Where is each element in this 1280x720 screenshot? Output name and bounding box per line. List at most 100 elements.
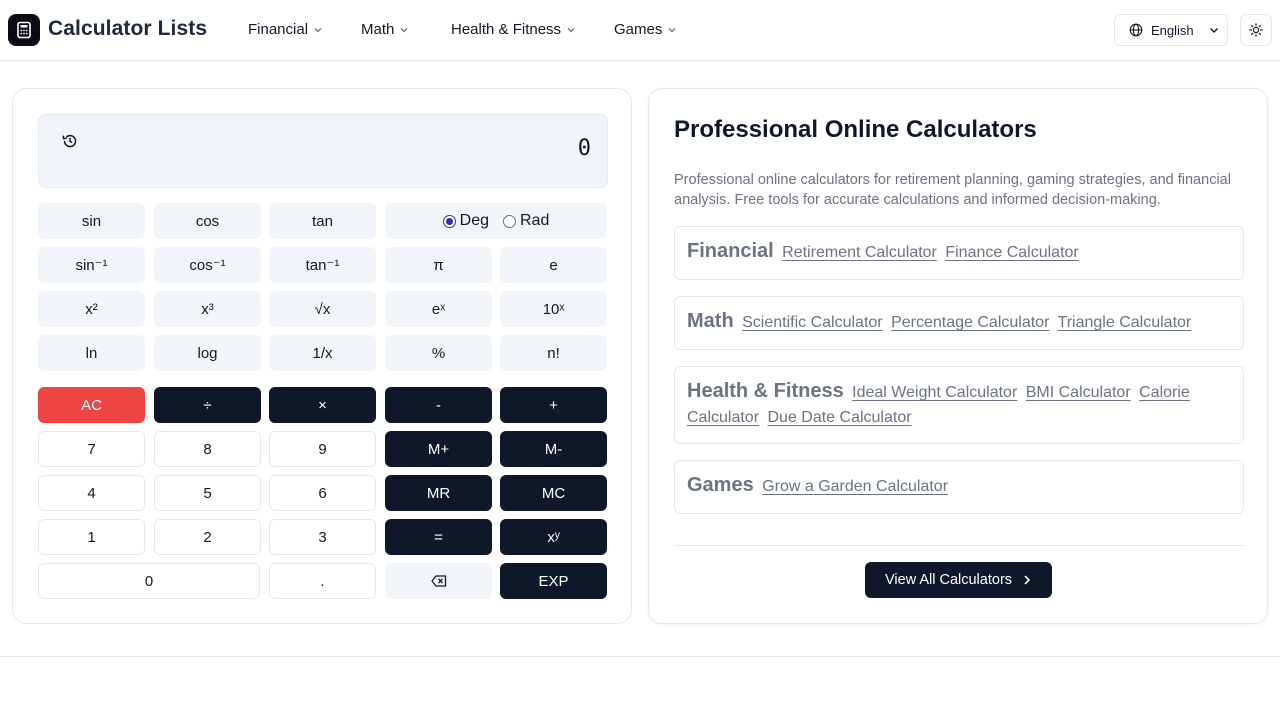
scientific-calculator: 0 sin cos tan Deg Rad sin⁻¹ cos⁻¹ tan⁻¹ … xyxy=(12,88,632,624)
nav-math[interactable]: Math xyxy=(361,21,409,38)
sqrt-button[interactable]: √x xyxy=(269,291,376,327)
calculator-directory-card: Professional Online Calculators Professi… xyxy=(648,88,1268,624)
atan-button[interactable]: tan⁻¹ xyxy=(269,247,376,283)
category-name: Math xyxy=(687,310,734,332)
link-finance-calculator[interactable]: Finance Calculator xyxy=(945,244,1078,261)
deg-radio[interactable] xyxy=(442,214,456,228)
sin-button[interactable]: sin xyxy=(38,203,145,239)
digit-3-button[interactable]: 3 xyxy=(269,519,376,555)
decimal-button[interactable]: . xyxy=(269,563,376,599)
digit-9-button[interactable]: 9 xyxy=(269,431,376,467)
link-ideal-weight-calculator[interactable]: Ideal Weight Calculator xyxy=(852,384,1017,401)
footer-divider xyxy=(0,656,1280,657)
link-due-date-calculator[interactable]: Due Date Calculator xyxy=(767,409,911,426)
memory-clear-button[interactable]: MC xyxy=(500,475,607,511)
link-scientific-calculator[interactable]: Scientific Calculator xyxy=(742,314,883,331)
link-retirement-calculator[interactable]: Retirement Calculator xyxy=(782,244,937,261)
category-games: Games Grow a Garden Calculator xyxy=(674,460,1244,514)
nav-health-fitness[interactable]: Health & Fitness xyxy=(451,21,576,38)
memory-recall-button[interactable]: MR xyxy=(385,475,492,511)
rad-radio[interactable] xyxy=(503,214,516,228)
power-button[interactable]: xʸ xyxy=(500,519,607,555)
digit-4-button[interactable]: 4 xyxy=(38,475,145,511)
backspace-button[interactable] xyxy=(385,563,492,599)
link-grow-a-garden-calculator[interactable]: Grow a Garden Calculator xyxy=(762,478,948,495)
category-financial: Financial Retirement Calculator Finance … xyxy=(674,226,1244,280)
sun-icon xyxy=(1249,23,1263,37)
chevron-down-icon xyxy=(314,27,322,32)
digit-7-button[interactable]: 7 xyxy=(38,431,145,467)
link-bmi-calculator[interactable]: BMI Calculator xyxy=(1026,384,1131,401)
deg-option[interactable]: Deg xyxy=(442,212,489,230)
nav-games[interactable]: Games xyxy=(614,21,677,38)
divide-button[interactable]: ÷ xyxy=(154,387,261,423)
pi-button[interactable]: π xyxy=(385,247,492,283)
clear-button[interactable]: AC xyxy=(38,387,145,423)
globe-icon xyxy=(1129,23,1143,37)
minus-button[interactable]: - xyxy=(385,387,492,423)
asin-button[interactable]: sin⁻¹ xyxy=(38,247,145,283)
chevron-down-icon xyxy=(1209,28,1218,33)
category-name: Health & Fitness xyxy=(687,380,844,402)
factorial-button[interactable]: n! xyxy=(500,335,607,371)
brand-name[interactable]: Calculator Lists xyxy=(48,17,207,41)
log-button[interactable]: log xyxy=(154,335,261,371)
exp-button[interactable]: EXP xyxy=(500,563,607,599)
cos-button[interactable]: cos xyxy=(154,203,261,239)
multiply-button[interactable]: × xyxy=(269,387,376,423)
e-button[interactable]: e xyxy=(500,247,607,283)
link-percentage-calculator[interactable]: Percentage Calculator xyxy=(891,314,1049,331)
theme-toggle-button[interactable] xyxy=(1240,14,1272,46)
angle-mode-toggle: Deg Rad xyxy=(385,203,607,239)
section-description: Professional online calculators for reti… xyxy=(674,172,1231,208)
history-icon[interactable] xyxy=(61,132,79,150)
category-health-fitness: Health & Fitness Ideal Weight Calculator… xyxy=(674,366,1244,444)
digit-2-button[interactable]: 2 xyxy=(154,519,261,555)
chevron-down-icon xyxy=(668,27,676,32)
deg-label: Deg xyxy=(459,212,489,229)
memory-subtract-button[interactable]: M- xyxy=(500,431,607,467)
digit-5-button[interactable]: 5 xyxy=(154,475,261,511)
view-all-label: View All Calculators xyxy=(884,572,1013,588)
rad-option[interactable]: Rad xyxy=(503,212,549,230)
memory-add-button[interactable]: M+ xyxy=(385,431,492,467)
plus-button[interactable]: + xyxy=(500,387,607,423)
rad-label: Rad xyxy=(520,212,550,229)
nav-label: Health & Fitness xyxy=(451,21,562,38)
digit-8-button[interactable]: 8 xyxy=(154,431,261,467)
backspace-icon xyxy=(430,575,446,587)
acos-button[interactable]: cos⁻¹ xyxy=(154,247,261,283)
link-triangle-calculator[interactable]: Triangle Calculator xyxy=(1058,314,1192,331)
chevron-down-icon xyxy=(400,27,408,32)
language-label: English xyxy=(1151,22,1194,38)
reciprocal-button[interactable]: 1/x xyxy=(269,335,376,371)
nav-label: Math xyxy=(361,21,395,38)
chevron-right-icon xyxy=(1024,575,1031,585)
digit-0-button[interactable]: 0 xyxy=(38,563,260,599)
digit-6-button[interactable]: 6 xyxy=(269,475,376,511)
language-selector[interactable]: English xyxy=(1114,14,1228,46)
site-header: Calculator Lists Financial Math Health &… xyxy=(0,0,1280,61)
divider xyxy=(674,545,1244,546)
view-all-calculators-button[interactable]: View All Calculators xyxy=(865,562,1052,598)
calculator-logo-icon[interactable] xyxy=(8,14,40,46)
chevron-down-icon xyxy=(567,27,575,32)
cube-button[interactable]: x³ xyxy=(154,291,261,327)
nav-label: Games xyxy=(614,21,663,38)
exp-e-button[interactable]: eˣ xyxy=(385,291,492,327)
section-title: Professional Online Calculators xyxy=(674,116,1037,143)
calculator-display: 0 xyxy=(38,114,608,188)
square-button[interactable]: x² xyxy=(38,291,145,327)
percent-button[interactable]: % xyxy=(385,335,492,371)
equals-button[interactable]: = xyxy=(385,519,492,555)
ln-button[interactable]: ln xyxy=(38,335,145,371)
category-name: Financial xyxy=(687,240,774,262)
nav-financial[interactable]: Financial xyxy=(248,21,323,38)
nav-label: Financial xyxy=(248,21,309,38)
display-value: 0 xyxy=(577,136,591,161)
digit-1-button[interactable]: 1 xyxy=(38,519,145,555)
tan-button[interactable]: tan xyxy=(269,203,376,239)
category-math: Math Scientific Calculator Percentage Ca… xyxy=(674,296,1244,350)
category-name: Games xyxy=(687,474,754,496)
ten-power-button[interactable]: 10ˣ xyxy=(500,291,607,327)
